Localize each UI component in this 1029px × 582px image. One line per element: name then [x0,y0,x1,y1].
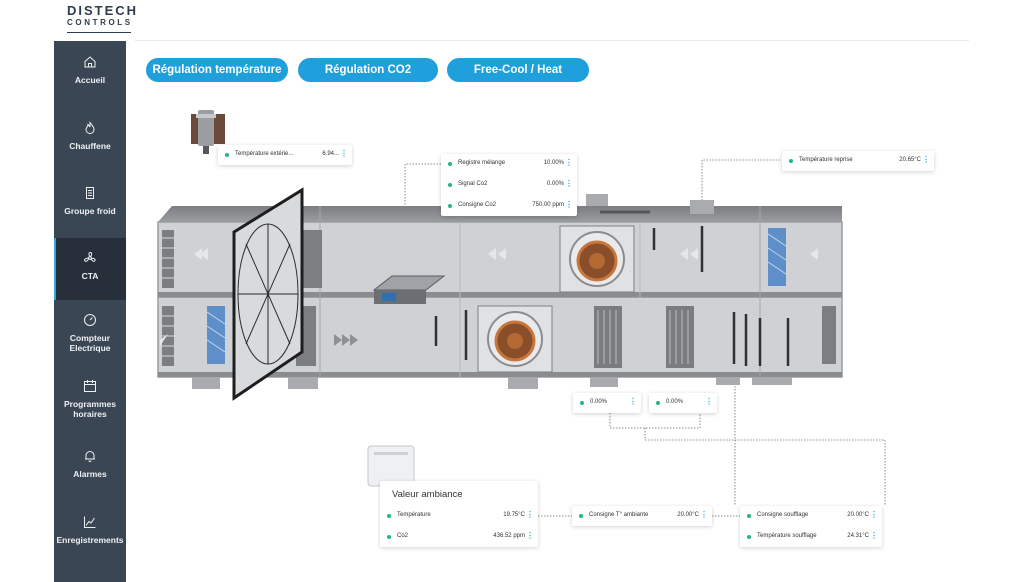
value-row: Co2 436.52 ppm ⋮ [380,527,538,547]
card-valve-2: 0.00% ⋮ [649,393,717,413]
value-row: Signal Co2 0.00% ⋮ [441,175,577,195]
row-value: 24.31°C [847,533,869,539]
status-dot [387,535,391,539]
card-return-temperature: Température reprise 20.65°C ⋮ [782,151,934,171]
card-ambient-setpoint: Consigne T° ambiante 20.00°C ⋮ [572,506,712,526]
row-value: 6.94... [322,151,339,157]
card-ambiance: Valeur ambiance Température 19.75°C ⋮ Co… [380,481,538,547]
row-label: Température extérie... [235,151,294,157]
status-dot [789,159,793,163]
row-value: 20.00°C [847,512,869,518]
more-menu-icon[interactable]: ⋮ [340,148,348,160]
row-label: Consigne Co2 [458,202,497,208]
row-value: 436.52 ppm [493,533,525,539]
row-label: Température [397,512,431,518]
row-value: 0.00% [546,181,564,187]
more-menu-icon[interactable]: ⋮ [705,396,713,408]
row-value: 750.00 ppm [532,202,564,208]
status-dot [225,153,229,157]
status-dot [580,401,584,405]
value-row: Température 19.75°C ⋮ [380,506,538,526]
value-row: Consigne soufflage 20.00°C ⋮ [740,506,882,526]
value-row: Température extérie... 6.94... ⋮ [218,145,352,165]
more-menu-icon[interactable]: ⋮ [870,530,878,542]
card-title: Valeur ambiance [392,489,463,500]
row-label: Température reprise [799,157,853,163]
more-menu-icon[interactable]: ⋮ [565,199,573,211]
more-menu-icon[interactable]: ⋮ [565,178,573,190]
value-row: 0.00% ⋮ [649,393,717,413]
row-value: 20.65°C [899,157,921,163]
status-dot [579,514,583,518]
row-value: 0.00% [666,399,684,405]
card-mixing: Registre mélange 10.00% ⋮ Signal Co2 0.0… [441,154,577,216]
value-row: Consigne Co2 750.00 ppm ⋮ [441,196,577,216]
row-value: 19.75°C [503,512,525,518]
value-row: Température soufflage 24.31°C ⋮ [740,527,882,547]
row-value: 0.00% [590,399,608,405]
more-menu-icon[interactable]: ⋮ [526,530,534,542]
status-dot [747,535,751,539]
more-menu-icon[interactable]: ⋮ [700,509,708,521]
row-label: Température soufflage [757,533,817,539]
more-menu-icon[interactable]: ⋮ [870,509,878,521]
more-menu-icon[interactable]: ⋮ [922,154,930,166]
row-label: Signal Co2 [458,181,488,187]
value-row: Registre mélange 10.00% ⋮ [441,154,577,174]
value-row: Consigne T° ambiante 20.00°C ⋮ [572,506,712,526]
more-menu-icon[interactable]: ⋮ [526,509,534,521]
air-handling-unit [157,187,843,401]
card-supply: Consigne soufflage 20.00°C ⋮ Température… [740,506,882,547]
row-value: 10.00% [543,160,564,166]
room-sensor [367,445,415,487]
row-value: 20.00°C [677,512,699,518]
row-label: Co2 [397,533,409,539]
row-label: Registre mélange [458,160,506,166]
row-label: Consigne T° ambiante [589,512,649,518]
card-exterior-temperature: Température extérie... 6.94... ⋮ [218,145,352,165]
value-row: 0.00% ⋮ [573,393,641,413]
status-dot [747,514,751,518]
row-label: Consigne soufflage [757,512,809,518]
more-menu-icon[interactable]: ⋮ [629,396,637,408]
more-menu-icon[interactable]: ⋮ [565,157,573,169]
status-dot [448,162,452,166]
card-valve-1: 0.00% ⋮ [573,393,641,413]
status-dot [656,401,660,405]
extract-fan [559,225,635,293]
value-row: Température reprise 20.65°C ⋮ [782,151,934,171]
status-dot [387,514,391,518]
status-dot [448,204,452,208]
status-dot [448,183,452,187]
supply-fan [477,305,553,373]
